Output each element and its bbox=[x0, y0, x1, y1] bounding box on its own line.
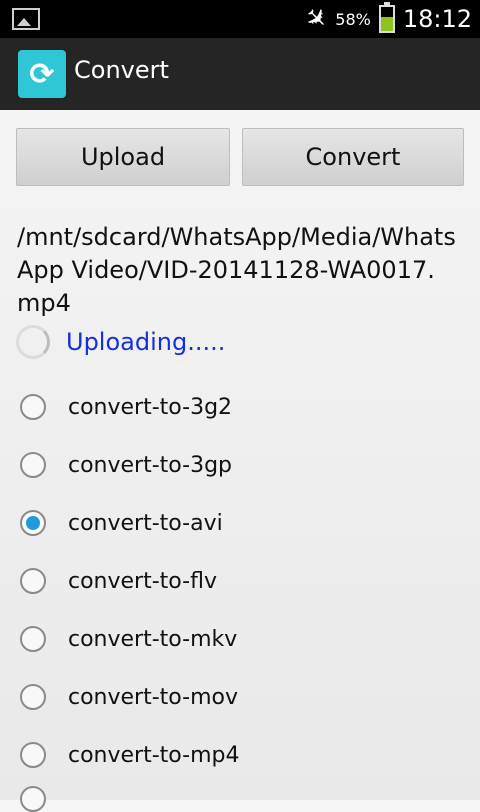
option-label: convert-to-avi bbox=[68, 510, 223, 536]
battery-fill bbox=[380, 17, 393, 31]
file-path: /mnt/sdcard/WhatsApp/Media/WhatsApp Vide… bbox=[17, 223, 456, 317]
status-text: Uploading..... bbox=[66, 328, 226, 356]
option-3gp[interactable]: convert-to-3gp bbox=[20, 436, 460, 494]
option-avi[interactable]: convert-to-avi bbox=[20, 494, 460, 552]
system-status: ✈ 58% 18:12 bbox=[298, 0, 472, 38]
option-3g2[interactable]: convert-to-3g2 bbox=[20, 378, 460, 436]
radio-button[interactable] bbox=[20, 394, 46, 420]
upload-button[interactable]: Upload bbox=[16, 128, 230, 186]
option-label: convert-to-mp4 bbox=[68, 742, 240, 768]
image-icon bbox=[12, 8, 40, 30]
convert-sync-icon[interactable]: ⟳ bbox=[18, 50, 66, 98]
status-bar: ✈ 58% 18:12 bbox=[0, 0, 480, 38]
action-bar: ⟳ Convert bbox=[0, 38, 480, 110]
upload-status: Uploading..... bbox=[16, 322, 225, 362]
battery-percent: 58% bbox=[335, 9, 371, 29]
conversion-options: convert-to-3g2 convert-to-3gp convert-to… bbox=[20, 378, 460, 784]
option-mp4[interactable]: convert-to-mp4 bbox=[20, 726, 460, 784]
airplane-mode-icon: ✈ bbox=[298, 0, 335, 38]
option-flv[interactable]: convert-to-flv bbox=[20, 552, 460, 610]
option-label: convert-to-3gp bbox=[68, 452, 233, 478]
radio-button[interactable] bbox=[20, 742, 46, 768]
progress-spinner-icon bbox=[16, 325, 50, 359]
radio-button[interactable] bbox=[20, 626, 46, 652]
convert-button[interactable]: Convert bbox=[242, 128, 464, 186]
radio-button[interactable] bbox=[20, 452, 46, 478]
radio-button[interactable] bbox=[20, 786, 46, 812]
option-label: convert-to-mov bbox=[68, 684, 239, 710]
option-label: convert-to-mkv bbox=[68, 626, 238, 652]
option-label: convert-to-3g2 bbox=[68, 394, 233, 420]
radio-button-selected[interactable] bbox=[20, 510, 46, 536]
option-mkv[interactable]: convert-to-mkv bbox=[20, 610, 460, 668]
app-title: Convert bbox=[74, 56, 169, 84]
clock: 18:12 bbox=[402, 5, 472, 33]
notification-area bbox=[12, 8, 40, 30]
option-label: convert-to-flv bbox=[68, 568, 217, 594]
radio-button[interactable] bbox=[20, 568, 46, 594]
battery-icon bbox=[378, 2, 395, 33]
option-mov[interactable]: convert-to-mov bbox=[20, 668, 460, 726]
radio-button[interactable] bbox=[20, 684, 46, 710]
